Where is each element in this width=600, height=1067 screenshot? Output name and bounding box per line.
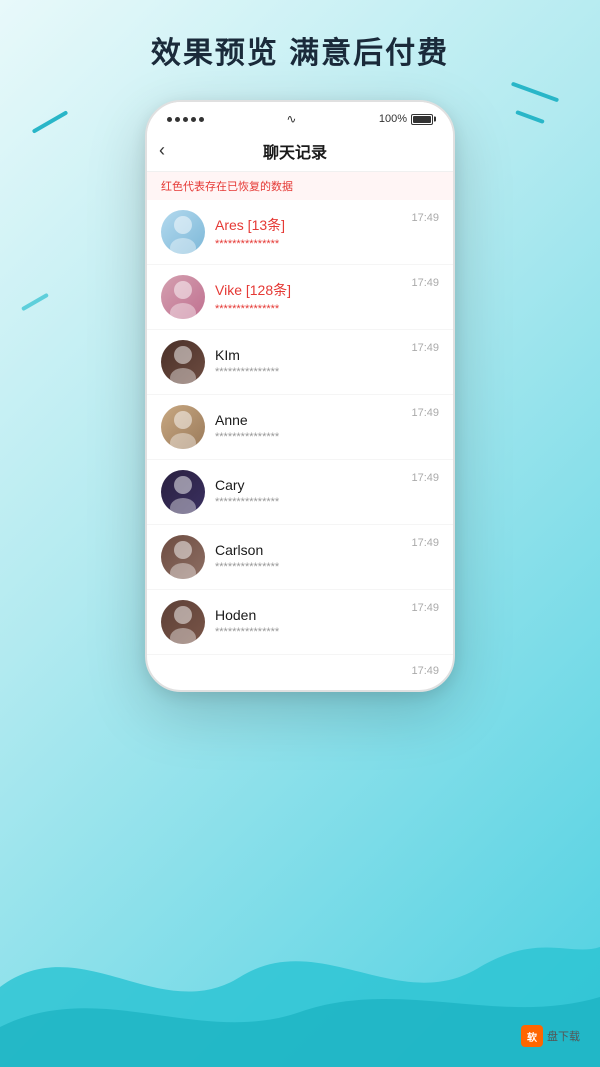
- bg-dash-left2: [21, 293, 49, 311]
- dot3: [183, 117, 188, 122]
- partial-time: 17:49: [411, 665, 439, 677]
- contact-info: Vike [128条] ***************: [215, 280, 411, 315]
- contact-time: 17:49: [411, 602, 439, 614]
- contact-item[interactable]: Carlson ***************17:49: [147, 525, 453, 590]
- contact-time: 17:49: [411, 537, 439, 549]
- phone-container: ∿ 100% ‹ 聊天记录 红色代表存在已恢复的数据 Ares [13条] ***…: [145, 100, 455, 692]
- contact-item-partial[interactable]: 17:49: [147, 655, 453, 690]
- wifi-icon: ∿: [286, 112, 296, 126]
- avatar: [161, 470, 205, 514]
- contact-info: KIm ***************: [215, 347, 411, 378]
- nav-bar: ‹ 聊天记录: [147, 130, 453, 172]
- dot2: [175, 117, 180, 122]
- notice-bar: 红色代表存在已恢复的数据: [147, 172, 453, 200]
- contact-time: 17:49: [411, 277, 439, 289]
- contact-info: Anne ***************: [215, 412, 411, 443]
- contact-preview: ***************: [215, 496, 411, 508]
- dot5: [199, 117, 204, 122]
- bg-dash-right2: [515, 110, 545, 124]
- watermark-icon: 软: [521, 1025, 543, 1047]
- contact-preview: ***************: [215, 303, 411, 315]
- battery-icon: [411, 114, 433, 125]
- contact-preview: ***************: [215, 561, 411, 573]
- status-dots: [167, 117, 204, 122]
- battery-fill: [413, 116, 431, 123]
- wave-bottom: [0, 867, 600, 1067]
- watermark-text: 盘下载: [547, 1028, 580, 1044]
- notice-text: 红色代表存在已恢复的数据: [161, 181, 293, 193]
- contact-item[interactable]: Ares [13条] *************** 17:49: [147, 200, 453, 265]
- contact-time: 17:49: [411, 407, 439, 419]
- contact-name: Anne: [215, 412, 411, 428]
- avatar: [161, 405, 205, 449]
- avatar: [161, 600, 205, 644]
- status-right: 100%: [379, 113, 433, 125]
- contact-preview: ***************: [215, 238, 411, 250]
- avatar: [161, 275, 205, 319]
- contact-name: Hoden: [215, 607, 411, 623]
- contact-name: KIm: [215, 347, 411, 363]
- contact-item[interactable]: Vike [128条] *************** 17:49: [147, 265, 453, 330]
- watermark: 软 盘下载: [521, 1025, 580, 1047]
- contact-info: Ares [13条] ***************: [215, 215, 411, 250]
- contact-preview: ***************: [215, 626, 411, 638]
- avatar: [161, 340, 205, 384]
- headline: 效果预览 满意后付费: [0, 28, 600, 72]
- dot1: [167, 117, 172, 122]
- back-button[interactable]: ‹: [159, 138, 173, 163]
- status-bar: ∿ 100%: [147, 102, 453, 130]
- contact-item[interactable]: Anne ***************17:49: [147, 395, 453, 460]
- contact-time: 17:49: [411, 212, 439, 224]
- avatar: [161, 535, 205, 579]
- contact-item[interactable]: Hoden ***************17:49: [147, 590, 453, 655]
- contact-item[interactable]: Cary ***************17:49: [147, 460, 453, 525]
- contact-preview: ***************: [215, 431, 411, 443]
- contact-list: Ares [13条]***************17:49 Vike [128…: [147, 200, 453, 655]
- contact-name: Ares [13条]: [215, 215, 411, 235]
- contact-name: Vike [128条]: [215, 280, 411, 300]
- contact-item[interactable]: KIm ***************17:49: [147, 330, 453, 395]
- contact-name: Cary: [215, 477, 411, 493]
- phone-frame: ∿ 100% ‹ 聊天记录 红色代表存在已恢复的数据 Ares [13条] ***…: [145, 100, 455, 692]
- contact-name: Carlson: [215, 542, 411, 558]
- contact-info: Carlson ***************: [215, 542, 411, 573]
- nav-title: 聊天记录: [173, 139, 417, 163]
- bg-dash-topleft: [32, 110, 69, 133]
- contact-time: 17:49: [411, 472, 439, 484]
- headline-text: 效果预览 满意后付费: [151, 37, 449, 70]
- avatar: [161, 210, 205, 254]
- contact-preview: ***************: [215, 366, 411, 378]
- contact-time: 17:49: [411, 342, 439, 354]
- battery-text: 100%: [379, 113, 407, 125]
- contact-info: Hoden ***************: [215, 607, 411, 638]
- bg-dash-topright: [511, 82, 559, 103]
- contact-info: Cary ***************: [215, 477, 411, 508]
- dot4: [191, 117, 196, 122]
